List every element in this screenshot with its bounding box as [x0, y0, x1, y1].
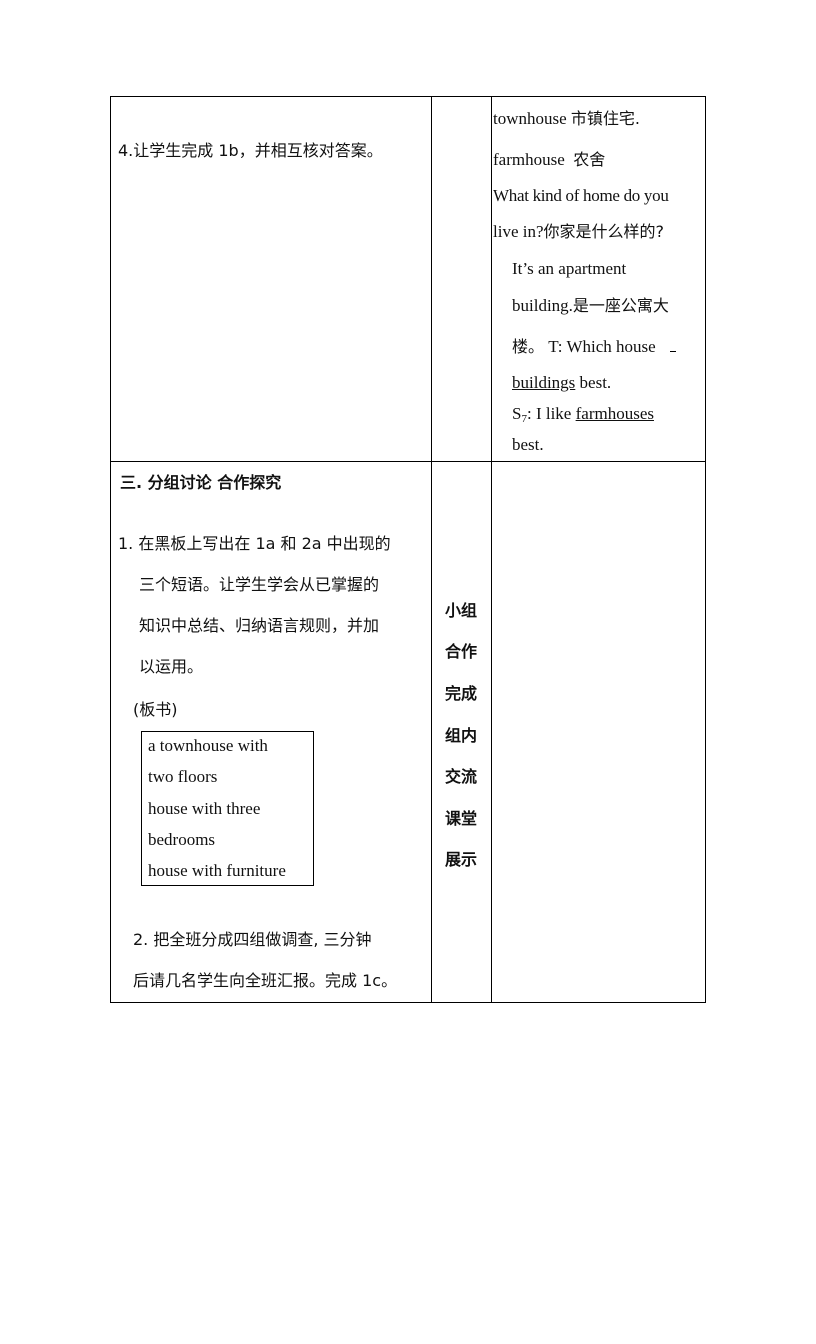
table-border-top: [110, 96, 706, 97]
item-2-line: 2. 把全班分成四组做调查, 三分钟: [133, 930, 372, 949]
underlined-word: farmhouses: [575, 404, 654, 423]
item-1-line: 1. 在黑板上写出在 1a 和 2a 中出现的: [118, 534, 391, 553]
board-line: house with furniture: [148, 861, 286, 880]
text: best.: [575, 373, 612, 392]
section-heading: 三. 分组讨论 合作探究: [120, 473, 282, 492]
note-line-answer-cont: building.是一座公寓大: [512, 296, 669, 316]
answer-cn: 是一座公寓大: [572, 296, 669, 315]
note-line-question-cont: live in?你家是什么样的?: [493, 222, 664, 242]
vocab-en: townhouse: [493, 109, 567, 128]
question-en: live in?: [493, 222, 544, 241]
board-line: a townhouse with: [148, 736, 268, 755]
item-1-line: 以运用。: [139, 657, 204, 676]
activity-label: 交流: [444, 767, 477, 786]
item-1-line: 知识中总结、归纳语言规则，并加: [139, 616, 380, 635]
activity-label: 合作: [444, 642, 477, 661]
table-border-bottom: [110, 1002, 706, 1003]
item-2-line: 后请几名学生向全班汇报。完成 1c。: [133, 971, 398, 990]
vocab-cn: 农舍: [573, 150, 606, 169]
note-line-answer: It’s an apartment: [512, 259, 627, 278]
board-line: two floors: [148, 767, 218, 786]
note-line-teacher-cont: buildings best.: [512, 373, 611, 393]
activity-label: 课堂: [444, 809, 477, 828]
board-line: bedrooms: [148, 830, 216, 849]
column-divider-2: [491, 96, 492, 1003]
vocab-en: farmhouse: [493, 150, 565, 169]
note-line-question: What kind of home do you: [493, 186, 669, 205]
blank-mark: [669, 351, 676, 352]
text: : I like: [526, 404, 576, 423]
question-cn: 你家是什么样的?: [543, 222, 665, 241]
note-line-farmhouse: farmhouse 农舍: [493, 150, 605, 170]
answer-en: building.: [512, 296, 573, 315]
step-4-instruction: 4.让学生完成 1b，并相互核对答案。: [118, 141, 383, 160]
board-line: house with three: [148, 799, 261, 818]
table-border-right: [705, 96, 706, 1003]
board-label: (板书): [133, 700, 178, 719]
note-line-student-cont: best.: [512, 435, 544, 454]
activity-label: 展示: [444, 850, 477, 869]
note-line-townhouse: townhouse 市镇住宅.: [493, 109, 640, 129]
answer-cn-end: 楼。: [512, 337, 545, 356]
teacher-question: T: Which house: [548, 337, 656, 356]
activity-label: 完成: [444, 684, 477, 703]
activity-label: 小组: [444, 601, 477, 620]
note-line-teacher: 楼。 T: Which house: [512, 337, 676, 357]
vocab-cn: 市镇住宅.: [570, 109, 641, 128]
row-divider: [110, 461, 706, 462]
table-border-left: [110, 96, 111, 1003]
underlined-word: buildings: [512, 373, 576, 392]
activity-label: 组内: [444, 726, 477, 745]
item-1-line: 三个短语。让学生学会从已掌握的: [139, 575, 380, 594]
note-line-student: S7: I like farmhouses: [512, 404, 654, 429]
